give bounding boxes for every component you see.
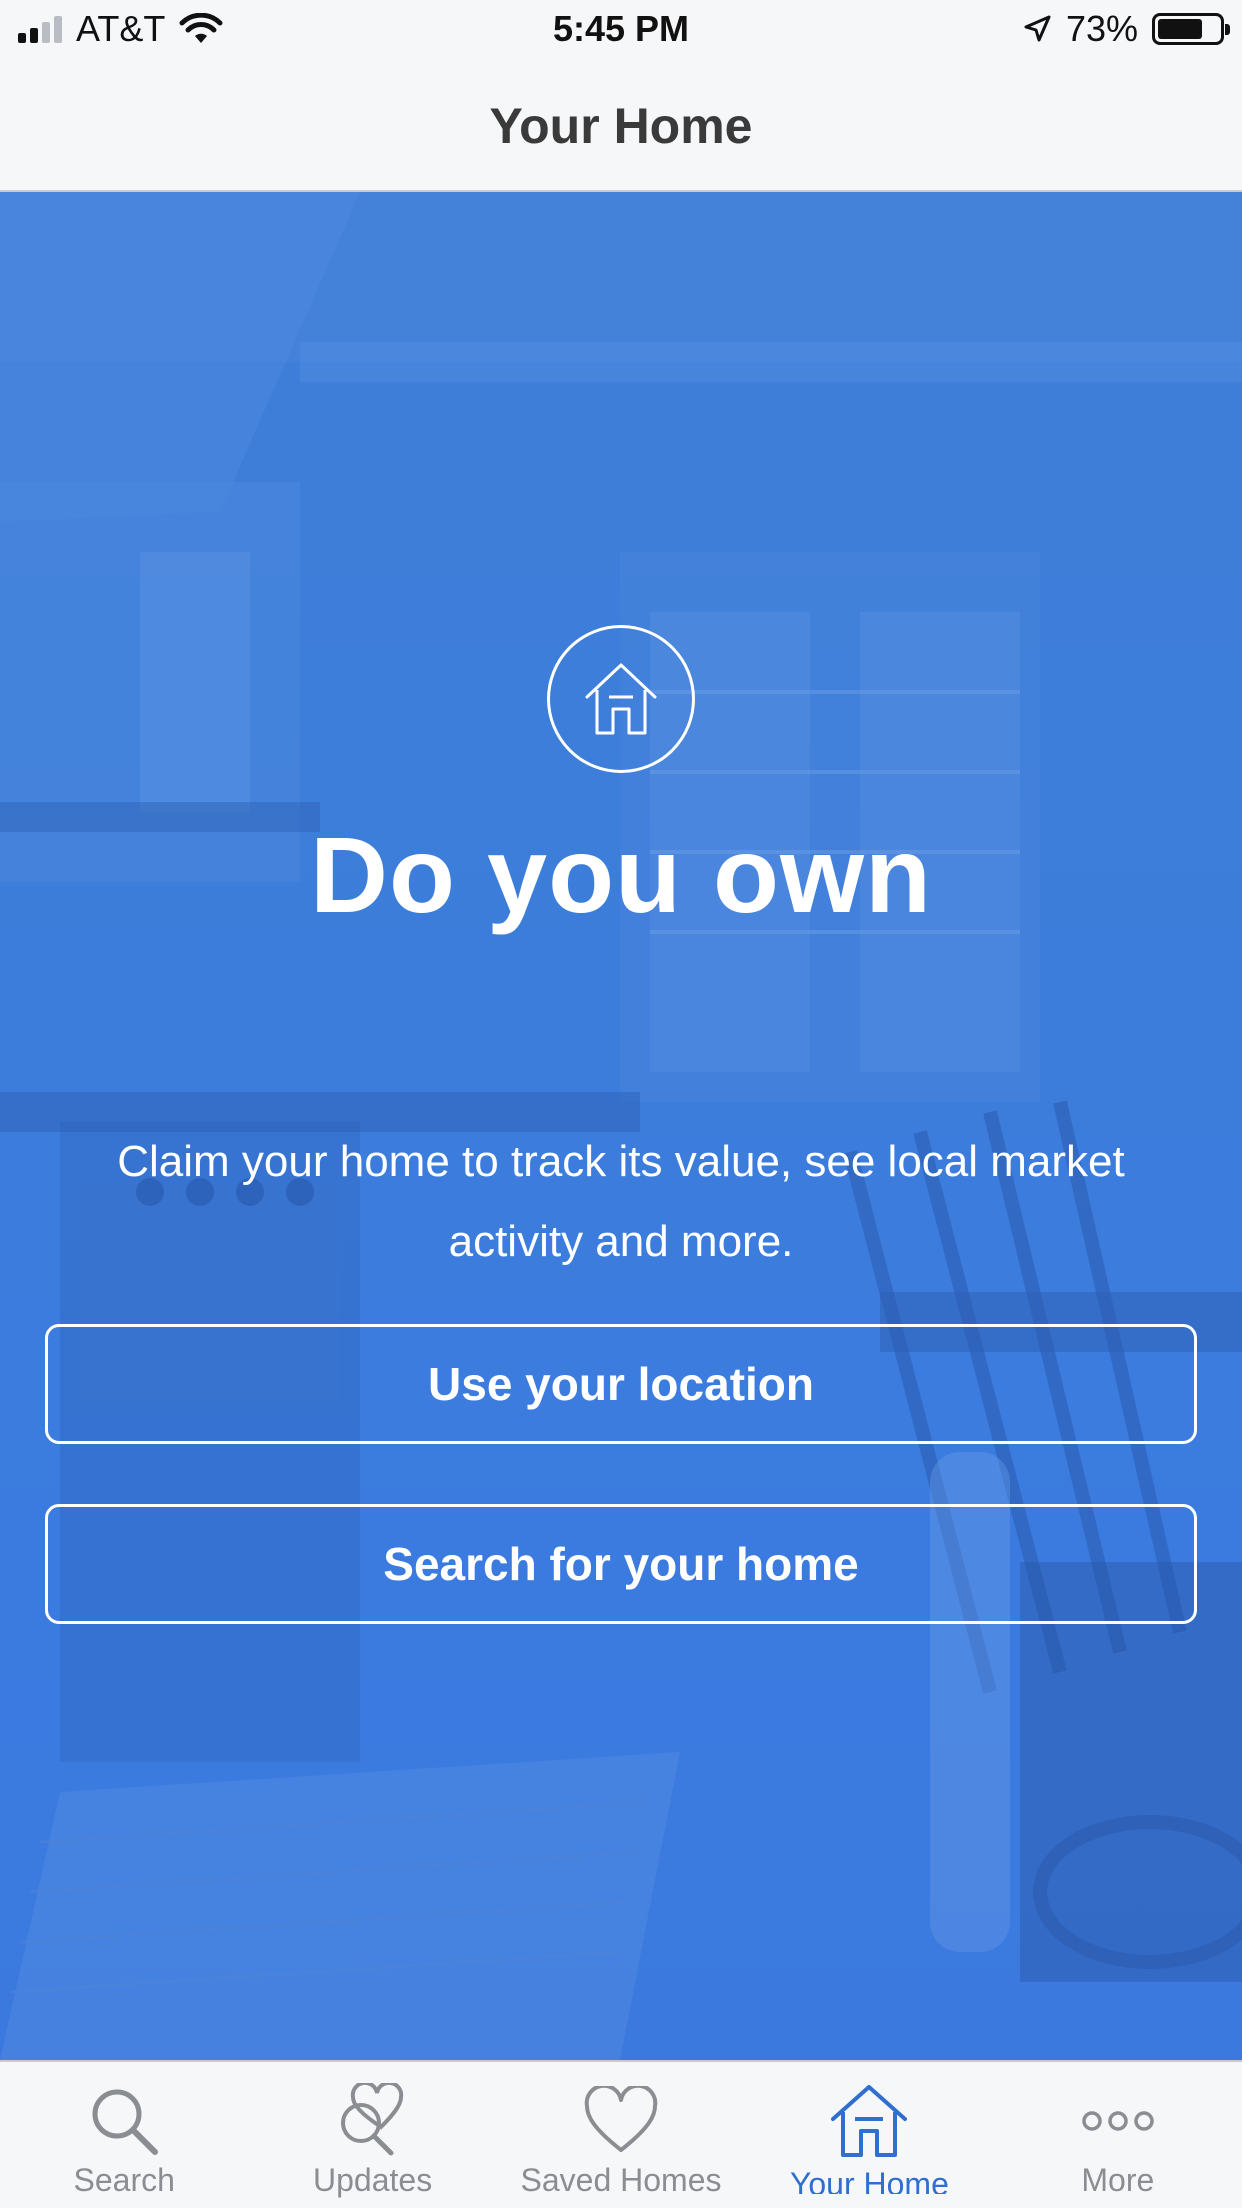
- tab-label-your-home: Your Home: [789, 2166, 949, 2194]
- tab-label-updates: Updates: [313, 2162, 433, 2198]
- battery-icon: [1152, 13, 1230, 45]
- location-arrow-icon: [1024, 15, 1051, 42]
- battery-level-fill: [1158, 19, 1202, 39]
- house-icon: [829, 2082, 909, 2160]
- hero-section: Do you own Claim your home to track its …: [0, 192, 1242, 2060]
- tab-bar: Search Updates Saved Homes Your Home Mor…: [0, 2060, 1242, 2208]
- battery-percent: 73%: [1065, 8, 1138, 49]
- search-icon: [87, 2082, 161, 2160]
- hero-description: Claim your home to track its value, see …: [117, 1137, 1125, 1266]
- tab-label-saved-homes: Saved Homes: [520, 2162, 722, 2198]
- tab-label-more: More: [1081, 2162, 1155, 2198]
- updates-heart-search-icon: [333, 2082, 413, 2160]
- status-bar: AT&T 5:45 PM 73%: [0, 0, 1242, 62]
- house-outline-icon: [547, 625, 695, 773]
- hero-headline: Do you own: [310, 814, 932, 935]
- search-home-button[interactable]: Search for your home: [45, 1504, 1197, 1624]
- tab-saved-homes[interactable]: Saved Homes: [497, 2062, 745, 2208]
- tab-your-home[interactable]: Your Home: [745, 2062, 993, 2208]
- tab-updates[interactable]: Updates: [248, 2062, 496, 2208]
- tab-more[interactable]: More: [994, 2062, 1242, 2208]
- heart-icon: [583, 2082, 659, 2160]
- more-dots-icon: [1081, 2082, 1155, 2160]
- page-title: Your Home: [489, 98, 753, 154]
- tab-search[interactable]: Search: [0, 2062, 248, 2208]
- tab-label-search: Search: [73, 2162, 175, 2198]
- use-location-button[interactable]: Use your location: [45, 1324, 1197, 1444]
- nav-header: Your Home: [0, 62, 1242, 192]
- status-right: 73%: [1022, 8, 1230, 50]
